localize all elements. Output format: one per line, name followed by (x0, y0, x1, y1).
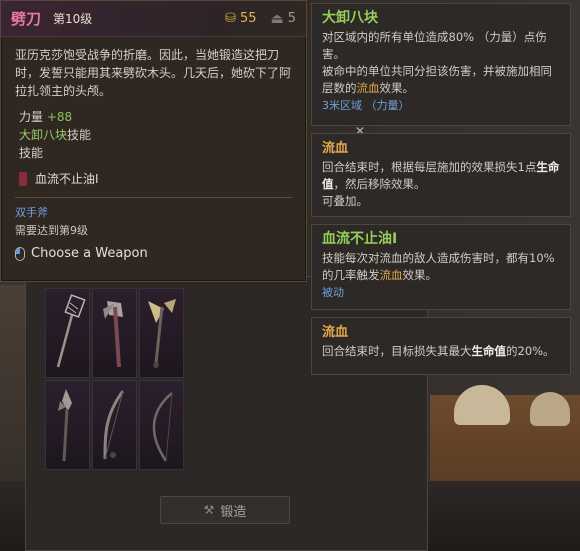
skill-name: 大卸八块 (19, 128, 68, 142)
item-weight: 5 (287, 11, 296, 26)
dismember-title: 大卸八块 (322, 10, 378, 26)
dismember-line2-b: 效果。 (379, 81, 415, 95)
dismember-tooltip: 大卸八块 对区域内的所有单位造成80% （力量）点伤害。 被命中的单位共同分担该… (311, 3, 571, 126)
oil-vial-icon (19, 171, 27, 186)
forge-button[interactable]: ⚒ 锻造 (160, 496, 290, 524)
halberd-icon (147, 299, 176, 368)
longbow-icon (152, 392, 173, 462)
weapon-slot-double-axe[interactable] (92, 288, 137, 378)
weapon-slot-fly-swatter[interactable] (45, 288, 90, 378)
background-candle (530, 392, 570, 426)
bow-icon (103, 390, 124, 460)
skill-granted: 大卸八块技能 (19, 126, 288, 144)
bleed-tooltip: 流血 回合结束时，根据每层施加的效果损失1点生命值，然后移除效果。 可叠加。 (311, 133, 571, 217)
skill-slot-label: 技能 (19, 146, 44, 160)
fly-swatter-icon (56, 294, 86, 368)
rune-name: 血流不止油I (35, 172, 99, 186)
skill-suffix: 技能 (67, 128, 92, 142)
axe-icon (102, 301, 123, 368)
choose-weapon-prompt[interactable]: Choose a Weapon (1, 238, 306, 261)
bleed-keyword: 流血 (356, 81, 380, 95)
bleed-oil-text-b: 效果。 (402, 268, 438, 282)
coin-icon: ⛁ (225, 11, 236, 26)
stat-value: +88 (46, 110, 73, 124)
mouse-icon (15, 246, 25, 261)
bleed-keyword: 流血 (379, 268, 403, 282)
strength-stat: 力量 +88 (19, 108, 288, 126)
item-stats: ⛁ 55 ⏏ 5 (225, 11, 296, 27)
item-price: 55 (239, 11, 257, 26)
dismember-line1: 对区域内的所有单位造成80% （力量）点伤害。 (322, 30, 547, 61)
weapon-slot-halberd[interactable] (139, 288, 184, 378)
stat-label: 力量 (19, 110, 44, 124)
bleed-text-b: ，然后移除效果。 (333, 177, 426, 191)
weight-icon: ⏏ (270, 10, 284, 27)
item-type: 双手斧 (15, 206, 48, 219)
dismember-line2: 被命中的单位共同分担该伤害，并被施加相同层数的流血效果。 (322, 63, 560, 97)
dismember-area: 3米区域 （力量） (322, 99, 410, 112)
bleed-oil-tooltip: 血流不止油I 技能每次对流血的敌人造成伤害时，都有10%的几率触发流血效果。 被… (311, 224, 571, 310)
item-header: 劈刀 第10级 ⛁ 55 ⏏ 5 (1, 1, 306, 37)
item-stats-block: 力量 +88 大卸八块技能 技能 (1, 100, 306, 162)
bleed-2-tooltip: 流血 回合结束时，目标损失其最大生命值的20%。 (311, 317, 571, 375)
weapon-slot-longbow[interactable] (139, 380, 184, 470)
bleed-text-a: 回合结束时，根据每层施加的效果损失1点 (322, 160, 537, 174)
bleed-2-text-b: 的20%。 (506, 344, 555, 358)
bleed-2-title: 流血 (322, 325, 349, 340)
item-description: 亚历克莎饱受战争的折磨。因此，当她锻造这把刀时，发誓只能用其来劈砍木头。几天后，… (15, 48, 292, 98)
item-level: 第10级 (53, 12, 93, 26)
health-keyword: 生命值 (471, 344, 507, 358)
bleed-oil-title: 血流不止油I (322, 231, 398, 247)
passive-label: 被动 (322, 286, 344, 299)
forge-label: 锻造 (220, 504, 247, 520)
bleed-stack-text: 可叠加。 (322, 194, 368, 208)
weapon-slot-spear[interactable] (45, 380, 90, 470)
bleed-oil-text: 技能每次对流血的敌人造成伤害时，都有10%的几率触发流血效果。 (322, 250, 560, 284)
item-tooltip: 劈刀 第10级 ⛁ 55 ⏏ 5 亚历克莎饱受战争的折磨。因此，当她锻造这把刀时… (0, 0, 307, 282)
item-requirement: 需要达到第9级 (15, 224, 88, 237)
bleed-2-text: 回合结束时，目标损失其最大生命值的20%。 (322, 343, 560, 360)
bleed-oil-text-a: 技能每次对流血的敌人造成伤害时，都有10%的几率触发 (322, 251, 555, 282)
spear-icon (57, 389, 72, 462)
choose-weapon-label: Choose a Weapon (31, 246, 148, 261)
weapon-grid (45, 288, 185, 474)
hammer-icon: ⚒ (203, 503, 215, 517)
bleed-2-text-a: 回合结束时，目标损失其最大 (322, 344, 472, 358)
weapon-slot-recurve-bow[interactable] (92, 380, 137, 470)
item-name: 劈刀 (11, 10, 42, 28)
rune-slot: 血流不止油I (1, 162, 306, 187)
bleed-title: 流血 (322, 141, 349, 156)
bleed-text: 回合结束时，根据每层施加的效果损失1点生命值，然后移除效果。 (322, 159, 560, 193)
